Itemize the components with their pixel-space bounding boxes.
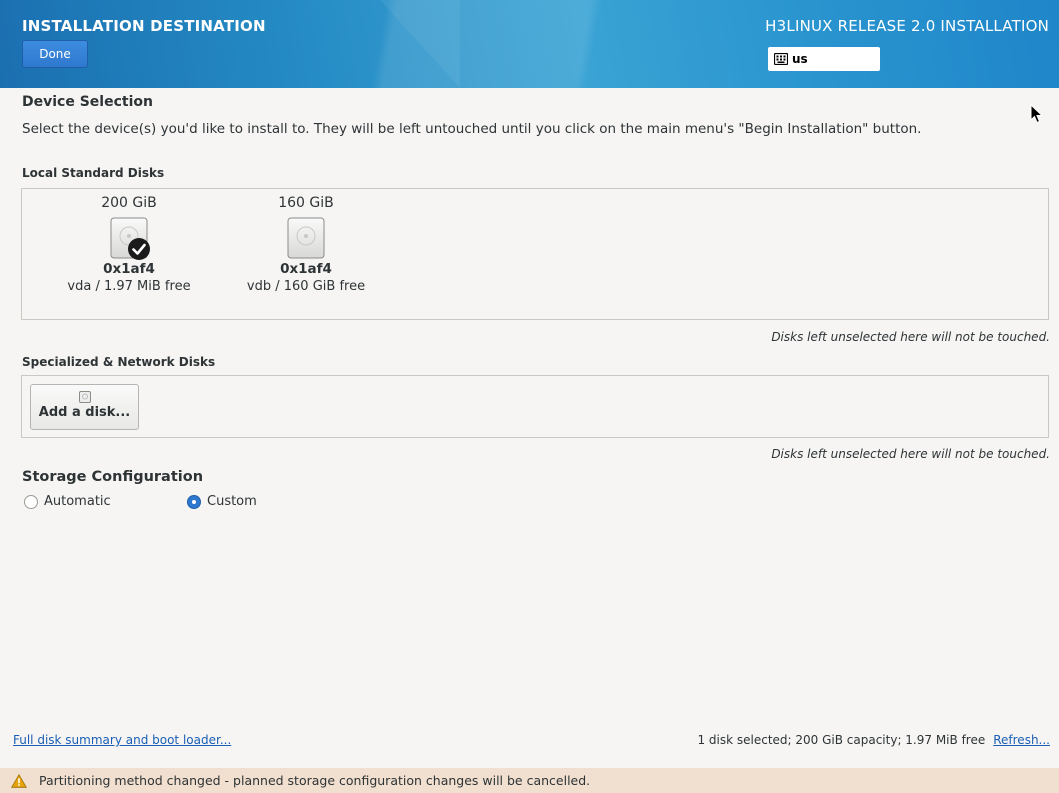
custom-radio[interactable] bbox=[187, 494, 201, 509]
selection-summary: 1 disk selected; 200 GiB capacity; 1.97 … bbox=[697, 733, 1050, 747]
automatic-label: Automatic bbox=[44, 494, 111, 509]
network-disks-title: Specialized & Network Disks bbox=[22, 355, 216, 369]
selection-status: 1 disk selected; 200 GiB capacity; 1.97 … bbox=[697, 733, 986, 747]
spoke-title: INSTALLATION DESTINATION bbox=[22, 17, 266, 35]
disk-vda[interactable]: 200 GiB 0x1af4 vda / 1.97 MiB free bbox=[44, 189, 214, 294]
disk-model: 0x1af4 bbox=[103, 261, 155, 277]
add-disk-button[interactable]: Add a disk... bbox=[30, 384, 139, 430]
device-selection-description: Select the device(s) you'd like to insta… bbox=[22, 121, 922, 137]
disk-vdb[interactable]: 160 GiB 0x1af4 vdb / 160 GiB free bbox=[221, 189, 391, 294]
done-button[interactable]: Done bbox=[22, 40, 88, 68]
mouse-pointer-icon bbox=[1030, 104, 1044, 124]
disk-size: 200 GiB bbox=[101, 195, 157, 211]
network-disks-note: Disks left unselected here will not be t… bbox=[771, 447, 1050, 461]
local-disks-title: Local Standard Disks bbox=[22, 166, 165, 180]
local-disks-note: Disks left unselected here will not be t… bbox=[771, 330, 1050, 344]
custom-label: Custom bbox=[207, 494, 257, 509]
full-disk-summary-link[interactable]: Full disk summary and boot loader... bbox=[13, 733, 231, 747]
header-bar: INSTALLATION DESTINATION Done H3LINUX RE… bbox=[0, 0, 1059, 88]
refresh-link[interactable]: Refresh... bbox=[993, 733, 1050, 747]
network-disks-panel: Add a disk... bbox=[21, 375, 1049, 438]
hard-disk-icon bbox=[287, 217, 325, 259]
product-title: H3LINUX RELEASE 2.0 INSTALLATION bbox=[765, 17, 1049, 35]
disk-size: 160 GiB bbox=[278, 195, 334, 211]
automatic-radio-option[interactable]: Automatic bbox=[24, 494, 111, 509]
device-selection-title: Device Selection bbox=[22, 94, 153, 110]
disk-model: 0x1af4 bbox=[280, 261, 332, 277]
warning-icon bbox=[11, 773, 27, 788]
disk-detail: vda / 1.97 MiB free bbox=[67, 279, 191, 294]
custom-radio-option[interactable]: Custom bbox=[187, 494, 257, 509]
add-disk-label: Add a disk... bbox=[38, 405, 131, 420]
selected-check-icon bbox=[128, 238, 150, 260]
disk-detail: vdb / 160 GiB free bbox=[246, 279, 366, 294]
small-disk-icon bbox=[78, 391, 91, 403]
keyboard-icon bbox=[774, 53, 788, 65]
header-decoration bbox=[380, 0, 460, 88]
warning-message: Partitioning method changed - planned st… bbox=[39, 773, 591, 788]
hard-disk-icon bbox=[110, 217, 150, 260]
keyboard-layout-indicator[interactable]: us bbox=[768, 47, 880, 71]
warning-bar: Partitioning method changed - planned st… bbox=[0, 768, 1059, 793]
storage-configuration-title: Storage Configuration bbox=[22, 469, 204, 485]
automatic-radio[interactable] bbox=[24, 494, 38, 509]
local-disks-panel: 200 GiB 0x1af4 vda / 1.97 MiB free 160 G… bbox=[21, 188, 1049, 320]
keyboard-layout-label: us bbox=[792, 52, 808, 66]
